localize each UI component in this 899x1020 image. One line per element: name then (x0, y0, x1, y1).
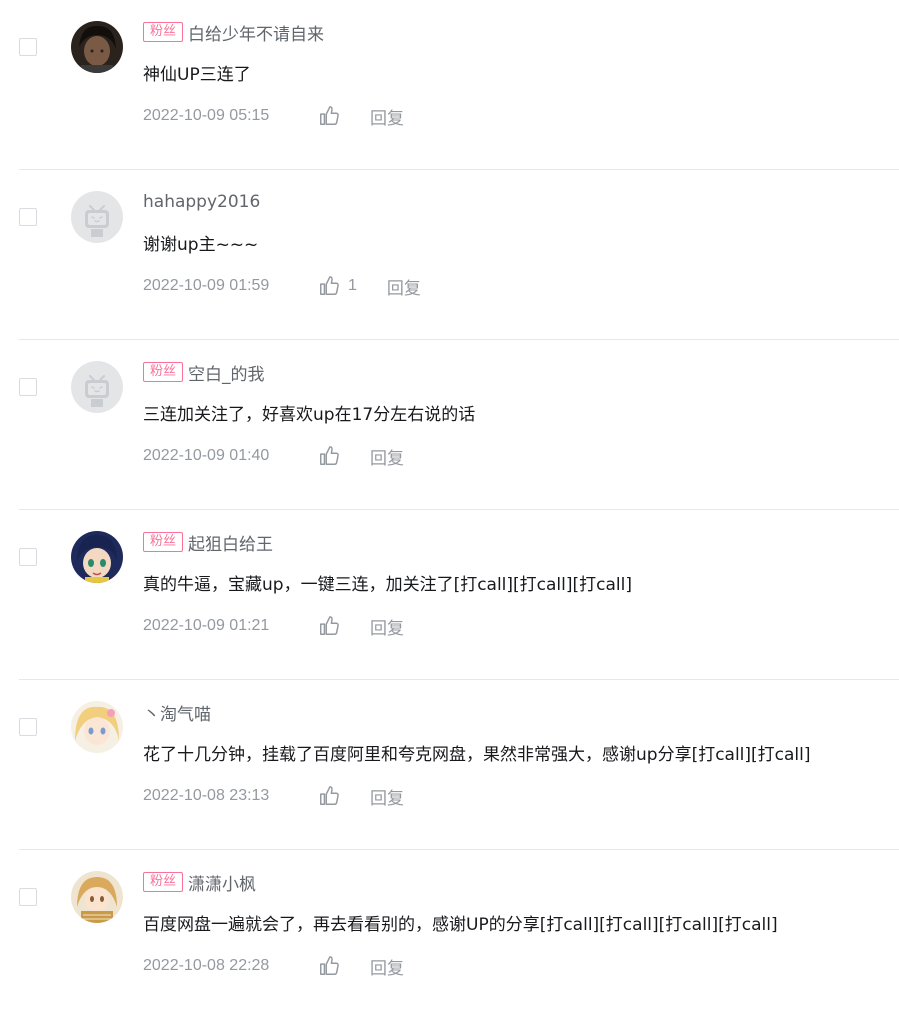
comment-item: hahappy2016 谢谢up主~~~ 2022-10-09 01:59 1 … (0, 170, 899, 340)
avatar[interactable] (71, 871, 123, 923)
username[interactable]: 起狙白给王 (188, 530, 273, 555)
timestamp: 2022-10-08 22:28 (143, 957, 270, 974)
username[interactable]: 白给少年不请自来 (188, 20, 324, 45)
avatar[interactable] (71, 191, 123, 243)
reply-button[interactable]: 回复 (370, 614, 404, 639)
select-checkbox[interactable] (19, 888, 37, 906)
default-tv-avatar-icon (71, 361, 123, 413)
like-button[interactable] (318, 615, 340, 637)
comment-text: 三连加关注了，好喜欢up在17分左右说的话 (143, 405, 476, 425)
thumbs-up-icon (320, 106, 339, 125)
default-tv-avatar-icon (71, 191, 123, 243)
timestamp: 2022-10-09 01:21 (143, 617, 270, 634)
comment-item: 丶淘气喵 花了十几分钟，挂载了百度阿里和夸克网盘，果然非常强大，感谢up分享[打… (0, 680, 899, 850)
avatar[interactable] (71, 361, 123, 413)
select-checkbox[interactable] (19, 38, 37, 56)
avatar[interactable] (71, 701, 123, 753)
comment-text: 神仙UP三连了 (143, 65, 251, 85)
avatar[interactable] (71, 21, 123, 73)
like-button[interactable] (318, 955, 340, 977)
comment-text: 百度网盘一遍就会了，再去看看别的，感谢UP的分享[打call][打call][打… (143, 915, 778, 935)
like-button[interactable] (318, 105, 340, 127)
comment-text: 花了十几分钟，挂载了百度阿里和夸克网盘，果然非常强大，感谢up分享[打call]… (143, 745, 811, 765)
reply-button[interactable]: 回复 (387, 274, 421, 299)
thumbs-up-icon (320, 616, 339, 635)
username[interactable]: 丶淘气喵 (143, 700, 211, 725)
anime-girl-avatar-icon (71, 531, 123, 583)
like-button[interactable]: 1 (318, 275, 357, 297)
timestamp: 2022-10-09 05:15 (143, 107, 270, 124)
comment-text: 真的牛逼，宝藏up，一键三连，加关注了[打call][打call][打call] (143, 575, 632, 595)
comment-text: 谢谢up主~~~ (143, 235, 259, 255)
timestamp: 2022-10-09 01:40 (143, 447, 270, 464)
username[interactable]: hahappy2016 (143, 192, 260, 212)
comment-item: 粉丝 潇潇小枫 百度网盘一遍就会了，再去看看别的，感谢UP的分享[打call][… (0, 850, 899, 1020)
username[interactable]: 潇潇小枫 (188, 870, 256, 895)
thumbs-up-icon (320, 786, 339, 805)
fan-badge: 粉丝 (143, 362, 184, 382)
comment-item: 粉丝 空白_的我 三连加关注了，好喜欢up在17分左右说的话 2022-10-0… (0, 340, 899, 510)
reply-button[interactable]: 回复 (370, 784, 404, 809)
avatar[interactable] (71, 531, 123, 583)
select-checkbox[interactable] (19, 378, 37, 396)
dark-hair-avatar-icon (71, 21, 123, 73)
select-checkbox[interactable] (19, 548, 37, 566)
select-checkbox[interactable] (19, 208, 37, 226)
timestamp: 2022-10-09 01:59 (143, 277, 270, 294)
fan-badge: 粉丝 (143, 872, 184, 892)
fan-badge: 粉丝 (143, 532, 184, 552)
comment-list: 粉丝 白给少年不请自来 神仙UP三连了 2022-10-09 05:15 回复 (0, 0, 899, 1020)
blonde-anime-avatar-icon (71, 701, 123, 753)
reply-button[interactable]: 回复 (370, 444, 404, 469)
timestamp: 2022-10-08 23:13 (143, 787, 270, 804)
thumbs-up-icon (320, 276, 339, 295)
like-count: 1 (348, 277, 357, 294)
username[interactable]: 空白_的我 (188, 360, 265, 385)
thumbs-up-icon (320, 446, 339, 465)
select-checkbox[interactable] (19, 718, 37, 736)
like-button[interactable] (318, 445, 340, 467)
reply-button[interactable]: 回复 (370, 104, 404, 129)
reply-button[interactable]: 回复 (370, 954, 404, 979)
comment-item: 粉丝 白给少年不请自来 神仙UP三连了 2022-10-09 05:15 回复 (0, 0, 899, 170)
thumbs-up-icon (320, 956, 339, 975)
comment-item: 粉丝 起狙白给王 真的牛逼，宝藏up，一键三连，加关注了[打call][打cal… (0, 510, 899, 680)
golden-anime-avatar-icon (71, 871, 123, 923)
like-button[interactable] (318, 785, 340, 807)
fan-badge: 粉丝 (143, 22, 184, 42)
